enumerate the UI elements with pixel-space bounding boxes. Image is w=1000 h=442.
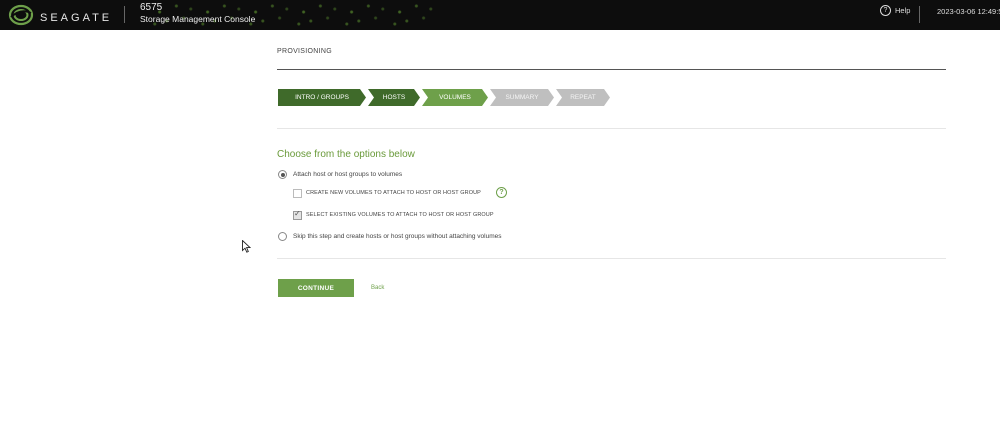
step-summary[interactable]: SUMMARY <box>490 89 554 106</box>
step-intro-groups[interactable]: INTRO / GROUPS <box>278 89 366 106</box>
section-divider <box>277 128 946 129</box>
header-divider <box>124 6 125 23</box>
back-link[interactable]: Back <box>371 285 384 291</box>
product-name: Storage Management Console <box>140 14 256 24</box>
brand-name: SEAGATE <box>40 11 113 24</box>
skip-radio[interactable] <box>278 232 287 241</box>
step-repeat[interactable]: REPEAT <box>556 89 610 106</box>
section-divider <box>277 258 946 259</box>
title-divider <box>277 69 946 70</box>
help-label: Help <box>895 6 911 15</box>
help-circle-icon: ? <box>880 5 891 16</box>
attach-label: Attach host or host groups to volumes <box>293 171 403 178</box>
page-title: PROVISIONING <box>277 48 332 55</box>
mouse-pointer-icon <box>242 239 252 258</box>
attach-radio[interactable] <box>278 170 287 179</box>
wizard-steps: INTRO / GROUPS HOSTS VOLUMES SUMMARY REP… <box>278 89 612 106</box>
header-divider <box>919 6 920 23</box>
product-id: 6575 <box>140 2 163 13</box>
create-new-label: CREATE NEW VOLUMES TO ATTACH TO HOST OR … <box>306 190 481 196</box>
select-existing-label: SELECT EXISTING VOLUMES TO ATTACH TO HOS… <box>306 212 494 218</box>
step-volumes[interactable]: VOLUMES <box>422 89 488 106</box>
question-circle-icon[interactable]: ? <box>496 187 507 198</box>
continue-button[interactable]: CONTINUE <box>278 279 354 297</box>
top-bar: SEAGATE 6575 Storage Management Console … <box>0 0 1000 30</box>
step-hosts[interactable]: HOSTS <box>368 89 420 106</box>
create-new-checkbox[interactable] <box>293 189 302 198</box>
options-heading: Choose from the options below <box>277 149 415 160</box>
brand-logo[interactable]: SEAGATE <box>8 4 112 30</box>
select-existing-checkbox[interactable] <box>293 209 302 220</box>
datetime: 2023-03-06 12:49:5 <box>937 7 1000 16</box>
help-link[interactable]: ? Help <box>880 5 910 16</box>
skip-label: Skip this step and create hosts or host … <box>293 233 502 240</box>
seagate-logo-icon <box>8 4 34 30</box>
